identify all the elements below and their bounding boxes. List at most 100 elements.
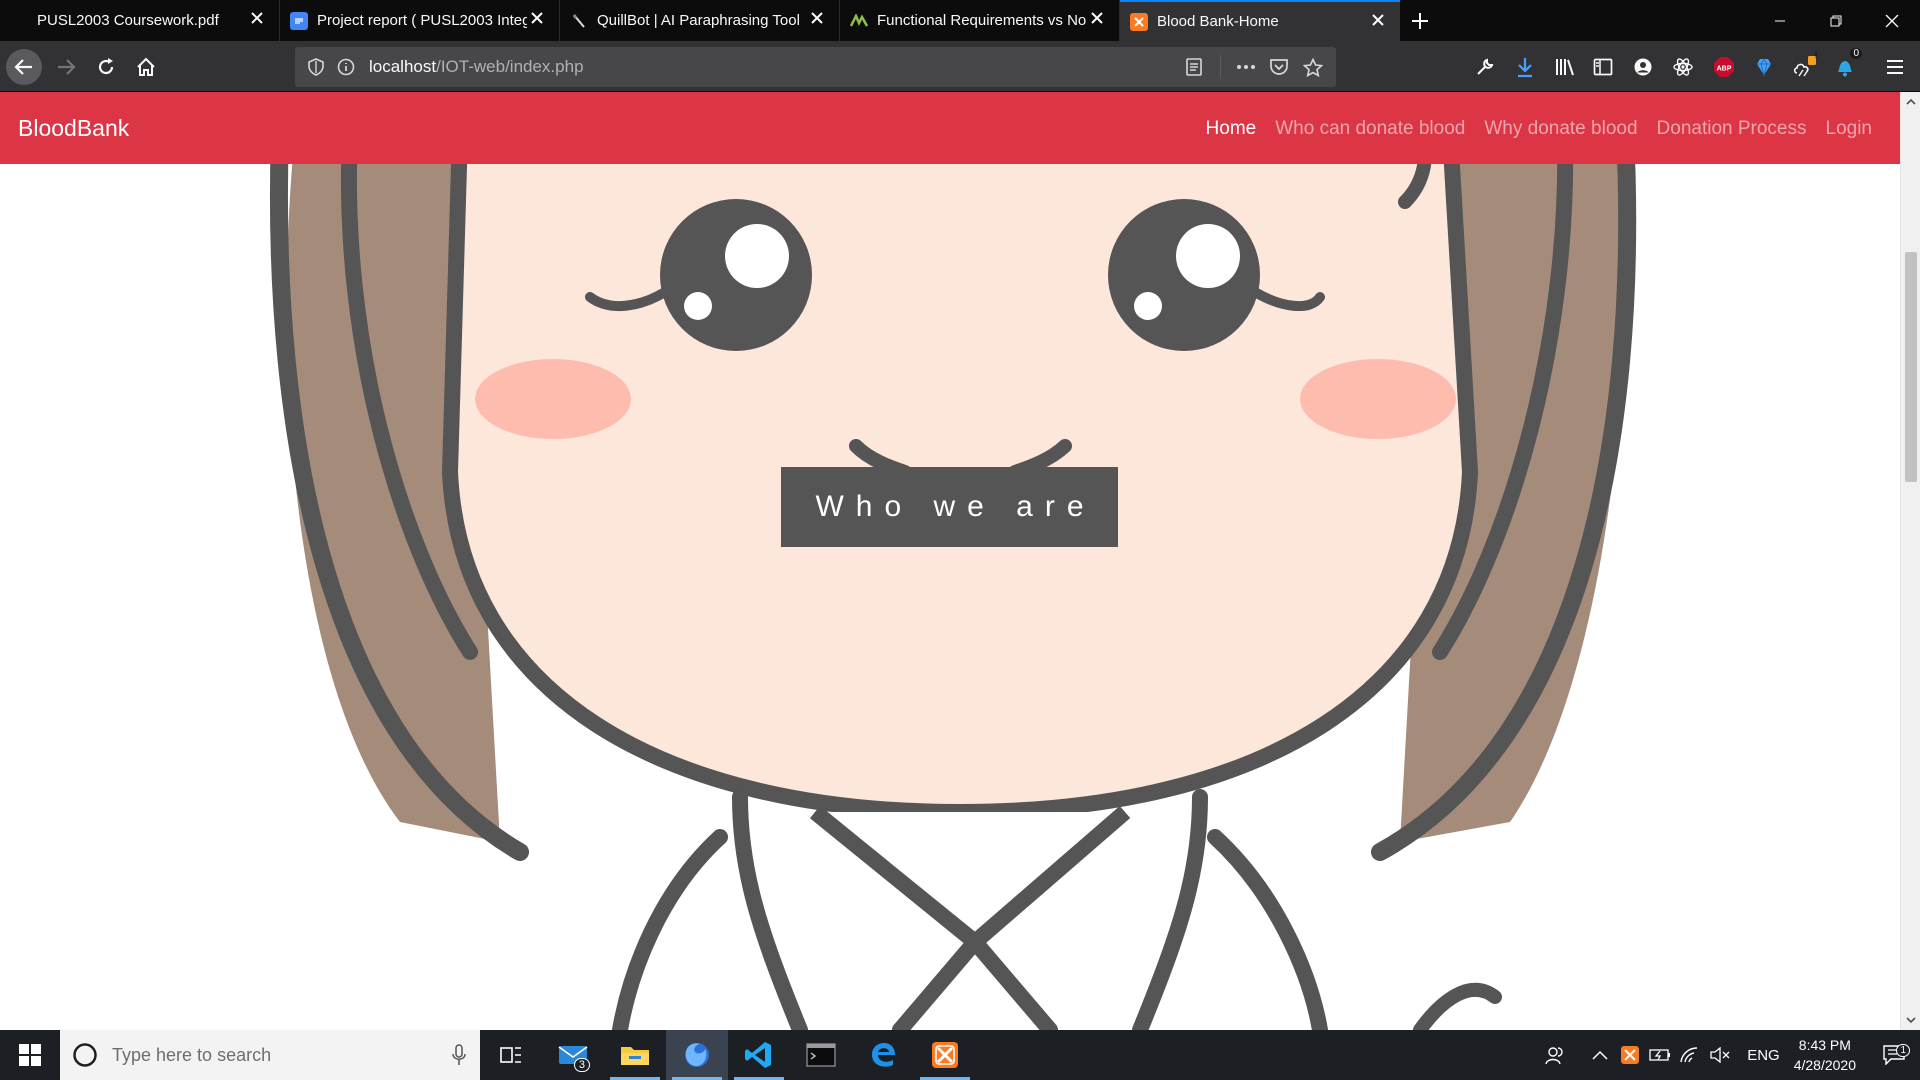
tab-google-docs[interactable]: Project report ( PUSL2003 Integ xyxy=(280,0,560,41)
more-actions-icon[interactable] xyxy=(1235,58,1257,76)
downloads-button[interactable] xyxy=(1510,52,1540,82)
mail-app[interactable]: 3 xyxy=(542,1030,604,1080)
react-devtools-button[interactable] xyxy=(1668,52,1698,82)
nav-donation-process[interactable]: Donation Process xyxy=(1657,118,1807,140)
tab-title: Project report ( PUSL2003 Integ xyxy=(317,12,527,29)
pdf-icon xyxy=(10,12,28,30)
close-tab-icon[interactable] xyxy=(1370,12,1386,28)
system-tray: ENG 8:43 PM 4/28/2020 1 xyxy=(1539,1030,1920,1080)
reader-view-icon[interactable] xyxy=(1185,58,1203,76)
address-bar[interactable]: localhost/IOT-web/index.php xyxy=(295,47,1336,87)
task-view-icon xyxy=(500,1047,521,1063)
close-tab-icon[interactable] xyxy=(809,10,825,26)
people-button[interactable] xyxy=(1539,1045,1569,1065)
task-view-button[interactable] xyxy=(480,1030,542,1080)
xampp-app[interactable] xyxy=(914,1030,976,1080)
account-icon xyxy=(1634,58,1652,76)
bookmark-star-icon[interactable] xyxy=(1303,58,1323,78)
vscode-app[interactable] xyxy=(728,1030,790,1080)
language-indicator[interactable]: ENG xyxy=(1747,1047,1780,1064)
search-placeholder: Type here to search xyxy=(112,1044,272,1065)
nav-who-can-donate[interactable]: Who can donate blood xyxy=(1275,118,1465,140)
sidebar-button[interactable] xyxy=(1588,52,1618,82)
pocket-icon[interactable] xyxy=(1269,58,1289,76)
info-icon[interactable] xyxy=(337,58,355,76)
terminal-app[interactable] xyxy=(790,1030,852,1080)
tab-quillbot[interactable]: QuillBot | AI Paraphrasing Tool xyxy=(560,0,840,41)
window-controls xyxy=(1752,0,1920,41)
close-window-button[interactable] xyxy=(1864,0,1920,41)
forward-button[interactable] xyxy=(48,49,84,85)
page-scrollbar[interactable] xyxy=(1900,92,1920,1030)
notification-count: 1 xyxy=(1896,1044,1910,1057)
folder-icon xyxy=(621,1047,649,1065)
show-hidden-icons-button[interactable] xyxy=(1585,1050,1615,1060)
nav-why-donate[interactable]: Why donate blood xyxy=(1484,118,1637,140)
browser-toolbar: localhost/IOT-web/index.php ABP ! 0 xyxy=(0,41,1920,92)
url-text[interactable]: localhost/IOT-web/index.php xyxy=(369,57,584,77)
page-viewport: BloodBank Home Who can donate blood Why … xyxy=(0,92,1920,1030)
minimize-icon xyxy=(1775,20,1785,21)
firefox-app[interactable] xyxy=(666,1030,728,1080)
gem-icon xyxy=(1757,58,1771,77)
url-host: localhost xyxy=(369,57,437,76)
microphone-icon[interactable] xyxy=(452,1044,466,1066)
volume-button[interactable] xyxy=(1705,1047,1735,1063)
weather-extension-button[interactable]: ! xyxy=(1790,50,1820,82)
close-tab-icon[interactable] xyxy=(529,10,545,26)
close-tab-icon[interactable] xyxy=(1089,10,1105,26)
google-docs-icon xyxy=(290,11,308,30)
home-icon xyxy=(137,57,155,76)
notifications-extension-button[interactable]: 0 xyxy=(1830,48,1862,82)
svg-text:ABP: ABP xyxy=(1717,66,1732,73)
mail-badge: 3 xyxy=(573,1058,590,1072)
arrow-right-icon xyxy=(58,59,76,75)
account-button[interactable] xyxy=(1628,52,1658,82)
menu-button[interactable] xyxy=(1880,52,1910,82)
reload-button[interactable] xyxy=(88,49,124,85)
left-blush xyxy=(475,359,631,439)
start-button[interactable] xyxy=(0,1030,60,1080)
taskbar-search[interactable]: Type here to search xyxy=(60,1030,480,1080)
clock[interactable]: 8:43 PM 4/28/2020 xyxy=(1794,1035,1856,1075)
scroll-up-icon[interactable] xyxy=(1905,96,1917,108)
minimize-button[interactable] xyxy=(1752,0,1808,41)
wifi-button[interactable] xyxy=(1675,1046,1705,1064)
extension-gem-button[interactable] xyxy=(1749,52,1779,82)
tab-functional-requirements[interactable]: Functional Requirements vs No xyxy=(840,0,1120,41)
new-tab-button[interactable] xyxy=(1400,0,1440,41)
edge-app[interactable] xyxy=(852,1030,914,1080)
nav-login[interactable]: Login xyxy=(1826,118,1873,140)
library-button[interactable] xyxy=(1550,52,1580,82)
shield-icon[interactable] xyxy=(307,58,325,76)
weather-badge: ! xyxy=(1814,50,1818,60)
file-explorer-app[interactable] xyxy=(604,1030,666,1080)
site-brand[interactable]: BloodBank xyxy=(18,115,129,142)
close-icon xyxy=(1885,14,1899,27)
hamburger-icon xyxy=(1887,60,1903,74)
notifications-badge: 0 xyxy=(1850,48,1862,59)
plus-icon xyxy=(1412,12,1428,29)
close-tab-icon[interactable] xyxy=(249,10,265,26)
restore-button[interactable] xyxy=(1808,0,1864,41)
bell-icon xyxy=(1838,61,1852,77)
people-icon xyxy=(1545,1047,1563,1065)
action-center-button[interactable]: 1 xyxy=(1874,1044,1914,1065)
wrench-icon xyxy=(1477,58,1494,75)
adblock-plus-button[interactable]: ABP xyxy=(1709,52,1739,82)
restore-icon xyxy=(1830,15,1842,26)
adblock-plus-icon: ABP xyxy=(1714,57,1734,77)
battery-button[interactable] xyxy=(1645,1048,1675,1062)
back-button[interactable] xyxy=(6,49,42,85)
windows-logo-icon xyxy=(19,1044,41,1066)
nav-home[interactable]: Home xyxy=(1206,118,1257,140)
scrollbar-thumb[interactable] xyxy=(1905,252,1917,482)
tab-title: PUSL2003 Coursework.pdf xyxy=(37,12,219,29)
scroll-down-icon[interactable] xyxy=(1905,1014,1917,1026)
xampp-tray-button[interactable] xyxy=(1615,1046,1645,1064)
tab-pdf[interactable]: PUSL2003 Coursework.pdf xyxy=(0,0,280,41)
home-button[interactable] xyxy=(128,49,164,85)
developer-tools-button[interactable] xyxy=(1470,52,1500,82)
chevron-up-icon xyxy=(1592,1050,1608,1060)
tab-blood-bank[interactable]: Blood Bank-Home xyxy=(1120,0,1400,41)
